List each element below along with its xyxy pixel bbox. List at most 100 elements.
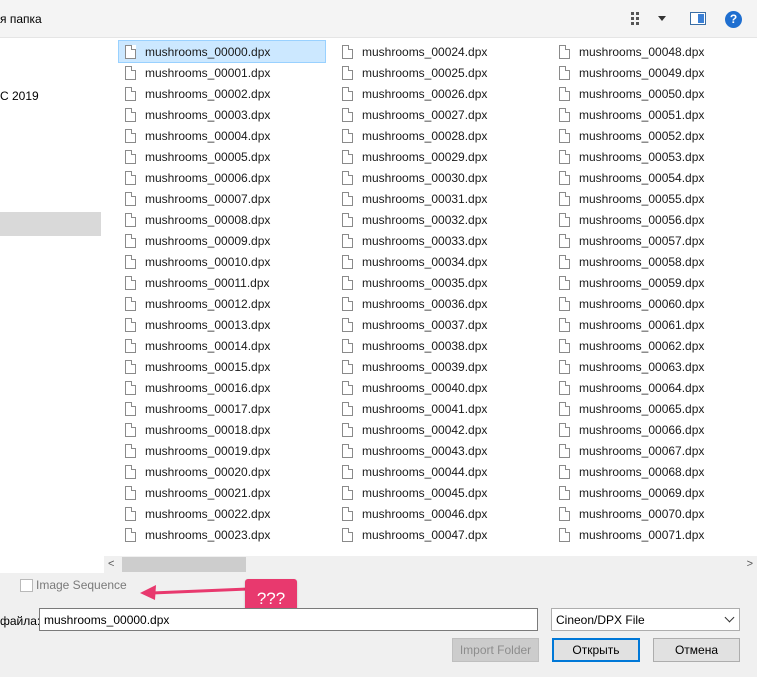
import-folder-button[interactable]: Import Folder (452, 638, 539, 662)
file-item[interactable]: mushrooms_00034.dpx (336, 251, 542, 272)
view-options-icon[interactable] (630, 10, 646, 26)
file-item[interactable]: mushrooms_00004.dpx (119, 125, 325, 146)
file-item[interactable]: mushrooms_00053.dpx (553, 146, 757, 167)
file-item[interactable]: mushrooms_00059.dpx (553, 272, 757, 293)
file-item[interactable]: mushrooms_00065.dpx (553, 398, 757, 419)
file-icon (342, 170, 353, 185)
file-name: mushrooms_00028.dpx (362, 128, 488, 143)
filetype-select[interactable]: Cineon/DPX File (551, 608, 740, 631)
file-item[interactable]: mushrooms_00019.dpx (119, 440, 325, 461)
file-item[interactable]: mushrooms_00030.dpx (336, 167, 542, 188)
file-item[interactable]: mushrooms_00012.dpx (119, 293, 325, 314)
open-button[interactable]: Открыть (552, 638, 640, 662)
file-item[interactable]: mushrooms_00046.dpx (336, 503, 542, 524)
file-item[interactable]: mushrooms_00020.dpx (119, 461, 325, 482)
file-item[interactable]: mushrooms_00049.dpx (553, 62, 757, 83)
file-item[interactable]: mushrooms_00056.dpx (553, 209, 757, 230)
file-item[interactable]: mushrooms_00040.dpx (336, 377, 542, 398)
file-item[interactable]: mushrooms_00060.dpx (553, 293, 757, 314)
file-item[interactable]: mushrooms_00025.dpx (336, 62, 542, 83)
file-item[interactable]: mushrooms_00027.dpx (336, 104, 542, 125)
file-item[interactable]: mushrooms_00008.dpx (119, 209, 325, 230)
file-item[interactable]: mushrooms_00071.dpx (553, 524, 757, 545)
file-item[interactable]: mushrooms_00064.dpx (553, 377, 757, 398)
file-item[interactable]: mushrooms_00021.dpx (119, 482, 325, 503)
file-item[interactable]: mushrooms_00023.dpx (119, 524, 325, 545)
file-icon (559, 422, 570, 437)
scroll-right-icon[interactable]: > (747, 558, 753, 570)
file-item[interactable]: mushrooms_00028.dpx (336, 125, 542, 146)
file-item[interactable]: mushrooms_00067.dpx (553, 440, 757, 461)
file-list: mushrooms_00000.dpx mushrooms_00001.dpx mu… (104, 38, 757, 556)
file-item[interactable]: mushrooms_00024.dpx (336, 41, 542, 62)
file-item[interactable]: mushrooms_00005.dpx (119, 146, 325, 167)
file-item[interactable]: mushrooms_00055.dpx (553, 188, 757, 209)
file-item[interactable]: mushrooms_00003.dpx (119, 104, 325, 125)
file-item[interactable]: mushrooms_00031.dpx (336, 188, 542, 209)
file-item[interactable]: mushrooms_00036.dpx (336, 293, 542, 314)
file-item[interactable]: mushrooms_00033.dpx (336, 230, 542, 251)
file-item[interactable]: mushrooms_00000.dpx (118, 40, 326, 63)
file-item[interactable]: mushrooms_00011.dpx (119, 272, 325, 293)
file-item[interactable]: mushrooms_00015.dpx (119, 356, 325, 377)
file-item[interactable]: mushrooms_00063.dpx (553, 356, 757, 377)
file-item[interactable]: mushrooms_00047.dpx (336, 524, 542, 545)
image-sequence-checkbox[interactable] (20, 579, 33, 592)
file-item[interactable]: mushrooms_00010.dpx (119, 251, 325, 272)
file-item[interactable]: mushrooms_00002.dpx (119, 83, 325, 104)
file-icon (559, 359, 570, 374)
help-icon[interactable]: ? (725, 11, 742, 28)
nav-item-selected[interactable] (0, 212, 101, 236)
file-item[interactable]: mushrooms_00007.dpx (119, 188, 325, 209)
file-item[interactable]: mushrooms_00032.dpx (336, 209, 542, 230)
file-item[interactable]: mushrooms_00039.dpx (336, 356, 542, 377)
file-item[interactable]: mushrooms_00061.dpx (553, 314, 757, 335)
file-item[interactable]: mushrooms_00066.dpx (553, 419, 757, 440)
file-icon (342, 296, 353, 311)
horizontal-scrollbar[interactable]: < > (104, 556, 757, 573)
file-item[interactable]: mushrooms_00048.dpx (553, 41, 757, 62)
file-name: mushrooms_00054.dpx (579, 170, 705, 185)
file-item[interactable]: mushrooms_00069.dpx (553, 482, 757, 503)
file-item[interactable]: mushrooms_00042.dpx (336, 419, 542, 440)
scrollbar-thumb[interactable] (122, 557, 246, 572)
file-item[interactable]: mushrooms_00070.dpx (553, 503, 757, 524)
file-item[interactable]: mushrooms_00038.dpx (336, 335, 542, 356)
file-item[interactable]: mushrooms_00035.dpx (336, 272, 542, 293)
image-sequence-label: Image Sequence (36, 578, 127, 592)
file-item[interactable]: mushrooms_00051.dpx (553, 104, 757, 125)
file-item[interactable]: mushrooms_00041.dpx (336, 398, 542, 419)
file-item[interactable]: mushrooms_00017.dpx (119, 398, 325, 419)
file-item[interactable]: mushrooms_00044.dpx (336, 461, 542, 482)
file-icon (125, 464, 136, 479)
file-item[interactable]: mushrooms_00009.dpx (119, 230, 325, 251)
new-folder-button[interactable]: я папка (0, 12, 42, 26)
scroll-left-icon[interactable]: < (108, 558, 114, 570)
file-item[interactable]: mushrooms_00026.dpx (336, 83, 542, 104)
cancel-button[interactable]: Отмена (653, 638, 740, 662)
file-item[interactable]: mushrooms_00014.dpx (119, 335, 325, 356)
file-item[interactable]: mushrooms_00054.dpx (553, 167, 757, 188)
file-item[interactable]: mushrooms_00050.dpx (553, 83, 757, 104)
file-item[interactable]: mushrooms_00037.dpx (336, 314, 542, 335)
file-item[interactable]: mushrooms_00068.dpx (553, 461, 757, 482)
file-item[interactable]: mushrooms_00043.dpx (336, 440, 542, 461)
toolbar: я папка ? (0, 0, 757, 38)
chevron-down-icon[interactable] (658, 16, 666, 21)
file-item[interactable]: mushrooms_00001.dpx (119, 62, 325, 83)
file-item[interactable]: mushrooms_00018.dpx (119, 419, 325, 440)
file-item[interactable]: mushrooms_00029.dpx (336, 146, 542, 167)
file-item[interactable]: mushrooms_00016.dpx (119, 377, 325, 398)
file-item[interactable]: mushrooms_00052.dpx (553, 125, 757, 146)
nav-item-label[interactable]: C 2019 (0, 89, 39, 103)
file-item[interactable]: mushrooms_00057.dpx (553, 230, 757, 251)
file-name: mushrooms_00036.dpx (362, 296, 488, 311)
preview-pane-icon[interactable] (690, 12, 706, 25)
file-item[interactable]: mushrooms_00013.dpx (119, 314, 325, 335)
file-item[interactable]: mushrooms_00022.dpx (119, 503, 325, 524)
file-item[interactable]: mushrooms_00062.dpx (553, 335, 757, 356)
filename-input[interactable] (39, 608, 538, 631)
file-item[interactable]: mushrooms_00058.dpx (553, 251, 757, 272)
file-item[interactable]: mushrooms_00045.dpx (336, 482, 542, 503)
file-item[interactable]: mushrooms_00006.dpx (119, 167, 325, 188)
